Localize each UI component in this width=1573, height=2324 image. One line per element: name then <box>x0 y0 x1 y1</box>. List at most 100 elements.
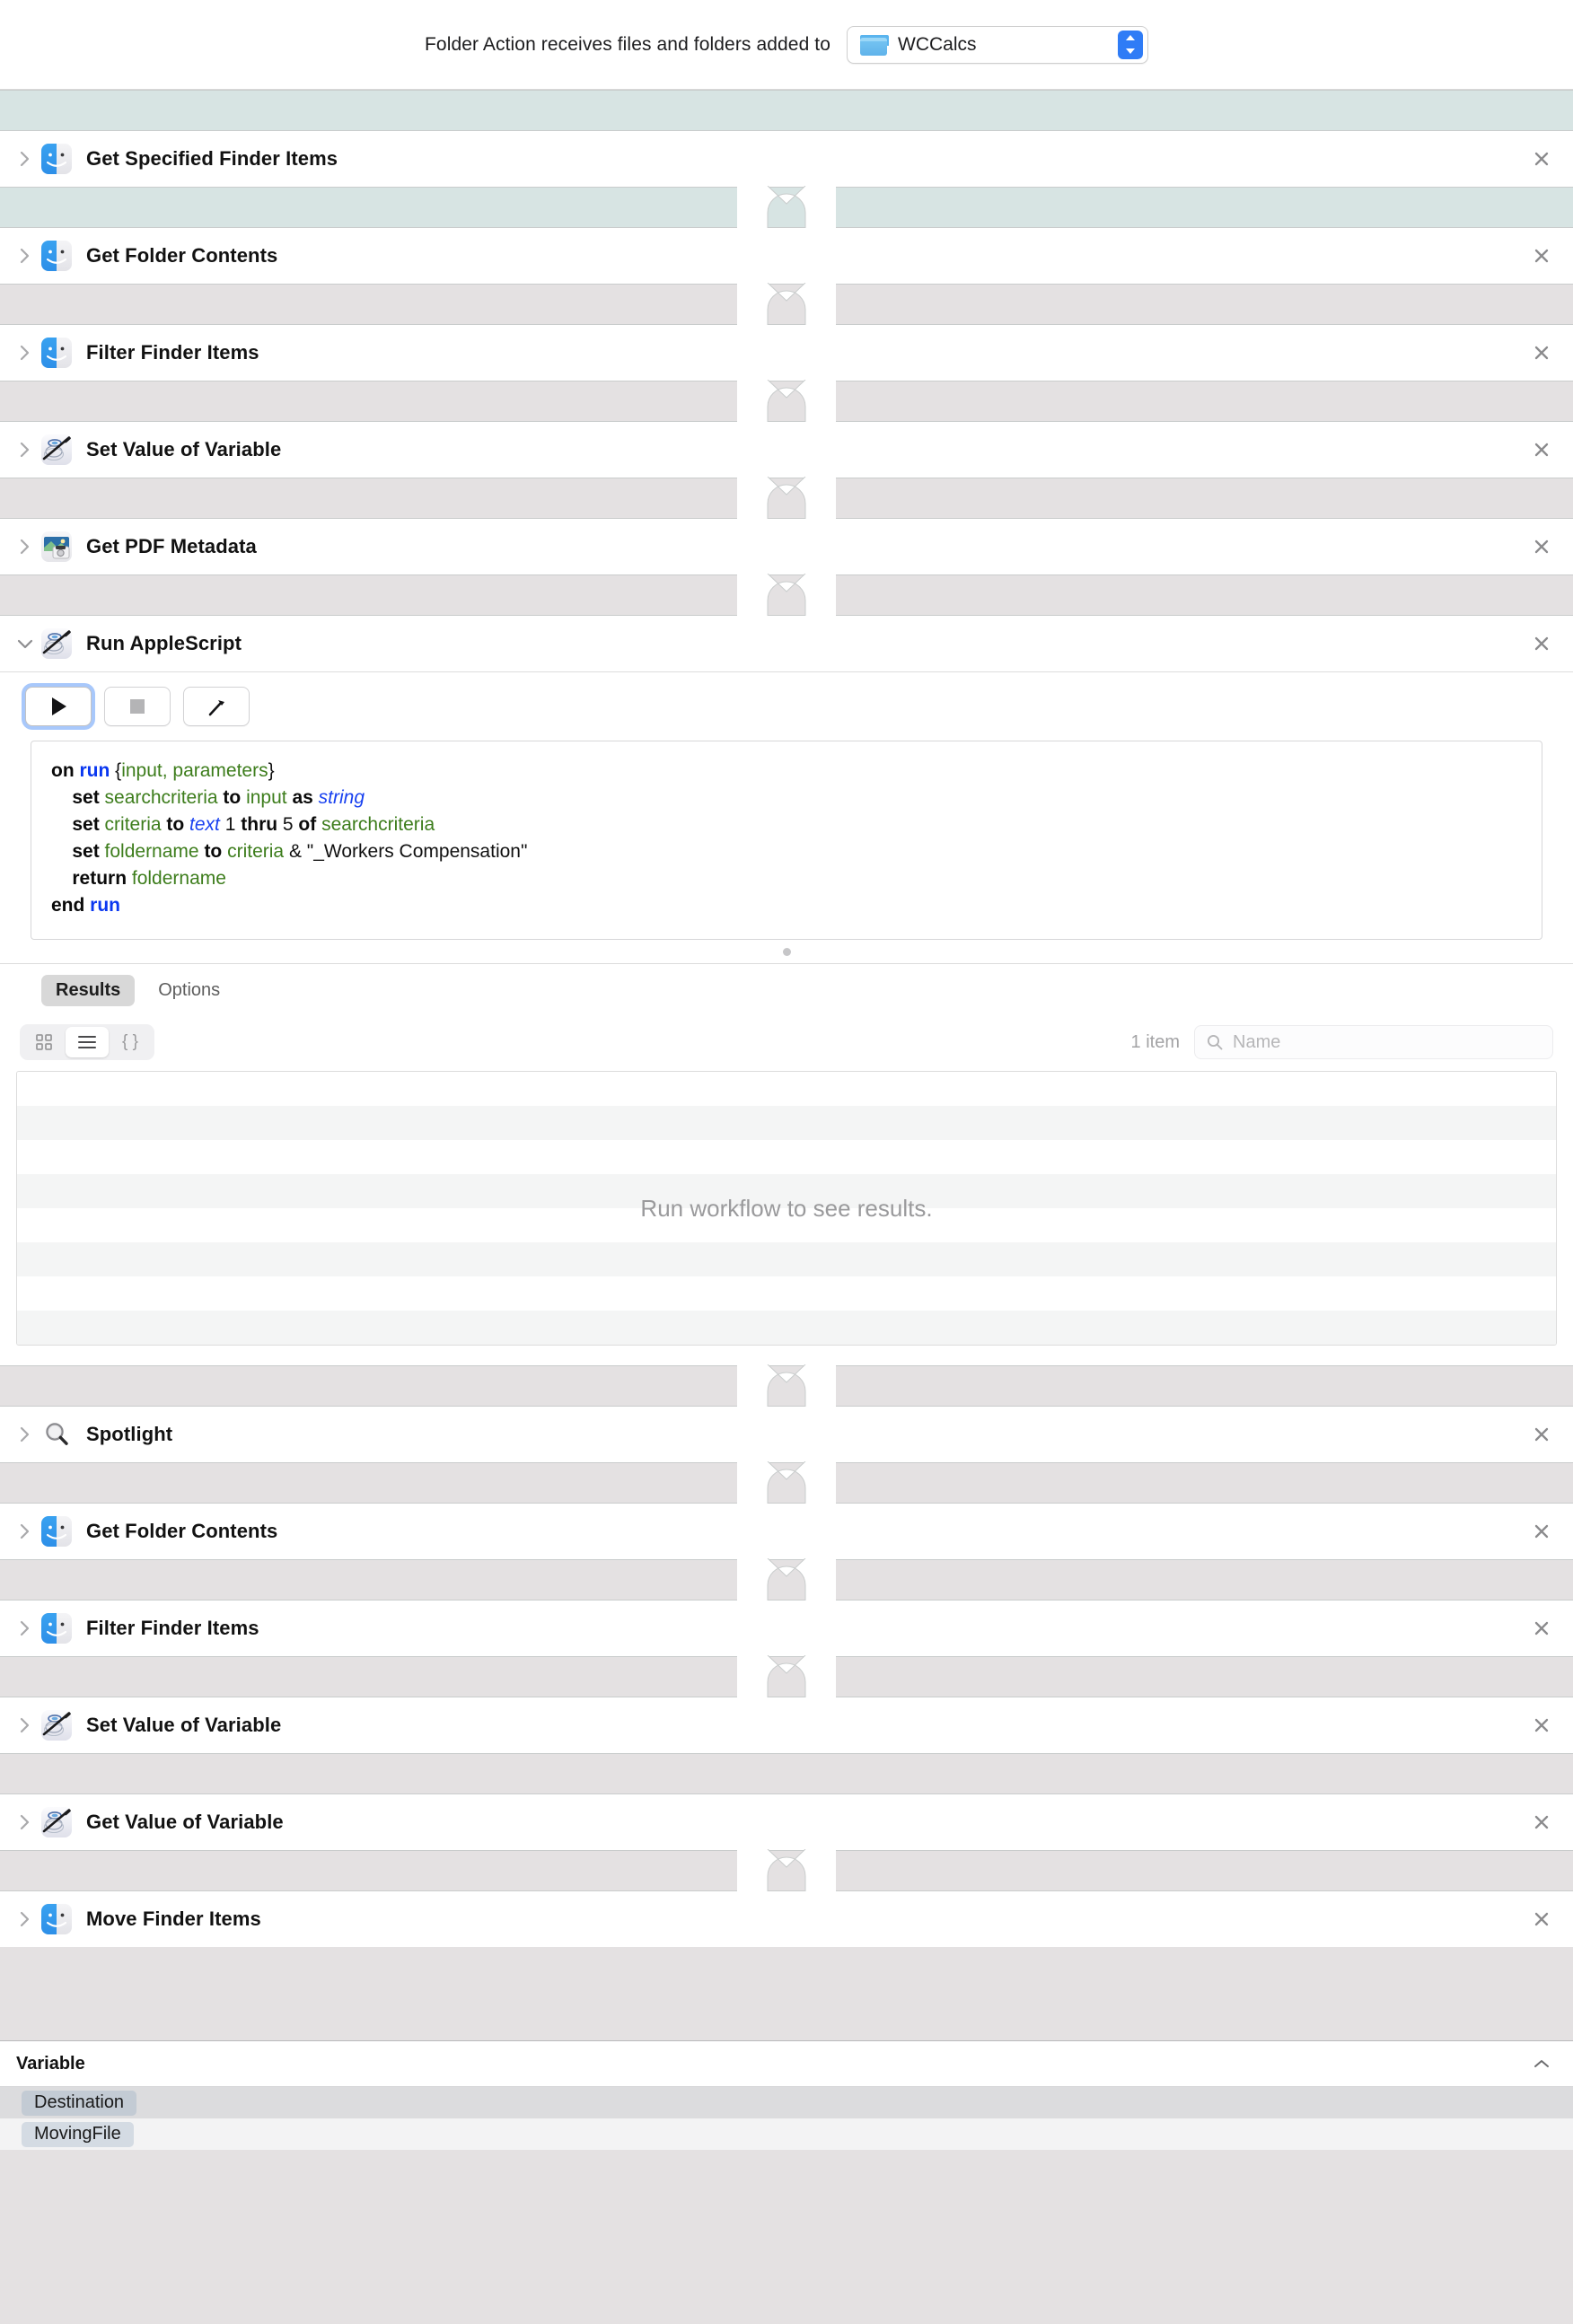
close-icon[interactable] <box>1530 1423 1553 1446</box>
automator-icon <box>41 434 72 465</box>
close-icon[interactable] <box>1530 535 1553 558</box>
action-title: Set Value of Variable <box>86 438 282 460</box>
action-gap <box>0 574 1573 617</box>
applescript-code[interactable]: on run {input, parameters} set searchcri… <box>51 758 1522 919</box>
code-token: criteria <box>227 841 289 862</box>
chevron-right-icon[interactable] <box>13 1907 38 1932</box>
finder-icon <box>41 1516 72 1547</box>
code-token: run <box>90 895 120 916</box>
action-gap <box>0 1753 1573 1794</box>
stop-button[interactable] <box>104 687 171 726</box>
code-token: to <box>204 841 228 862</box>
chevron-right-icon[interactable] <box>13 1810 38 1835</box>
chevron-right-icon[interactable] <box>13 1713 38 1738</box>
view-mode-segmented-control[interactable]: { } <box>20 1024 154 1060</box>
action-row[interactable]: Move Finder Items <box>0 1891 1573 1947</box>
action-header[interactable]: Run AppleScript <box>0 616 1573 671</box>
action-gap <box>0 1655 1573 1698</box>
close-icon[interactable] <box>1530 244 1553 267</box>
results-tabs: Results Options <box>0 963 1573 1017</box>
variable-row[interactable]: MovingFile <box>0 2118 1573 2150</box>
code-token: set <box>72 814 105 835</box>
folder-icon <box>860 34 889 56</box>
code-token: as <box>292 787 319 808</box>
variables-panel-header[interactable]: Variable <box>0 2040 1573 2087</box>
variable-row[interactable]: Destination <box>0 2087 1573 2118</box>
chevron-up-icon[interactable] <box>1530 2052 1553 2075</box>
action-gap <box>0 1461 1573 1504</box>
applescript-toolbar <box>0 672 1573 741</box>
action-row[interactable]: Get Folder Contents <box>0 1504 1573 1559</box>
search-icon <box>1207 1034 1223 1050</box>
chevron-right-icon[interactable] <box>13 340 38 365</box>
close-icon[interactable] <box>1530 1617 1553 1640</box>
play-icon <box>52 697 66 715</box>
action-run-applescript[interactable]: Run AppleScript on run {input, parameter… <box>0 616 1573 1346</box>
applescript-editor[interactable]: on run {input, parameters} set searchcri… <box>31 741 1542 940</box>
code-token: 5 <box>282 814 299 835</box>
code-token: string <box>318 787 365 808</box>
action-row[interactable]: Get Value of Variable <box>0 1794 1573 1850</box>
applescript-body: on run {input, parameters} set searchcri… <box>0 671 1573 1346</box>
tab-results[interactable]: Results <box>41 975 136 1006</box>
grid-view-icon[interactable] <box>22 1027 66 1057</box>
action-gap <box>0 186 1573 229</box>
chevron-right-icon[interactable] <box>13 534 38 559</box>
chevron-right-icon[interactable] <box>13 146 38 171</box>
code-token: set <box>72 841 105 862</box>
chevron-down-icon[interactable] <box>13 631 38 656</box>
close-icon[interactable] <box>1530 1520 1553 1543</box>
results-list[interactable]: Run workflow to see results. <box>16 1071 1557 1346</box>
automator-icon <box>41 628 72 659</box>
code-token: of <box>298 814 322 835</box>
action-row[interactable]: Get Folder Contents <box>0 228 1573 284</box>
close-icon[interactable] <box>1530 1811 1553 1834</box>
chevron-right-icon[interactable] <box>13 1616 38 1641</box>
list-view-icon[interactable] <box>66 1027 109 1057</box>
close-icon[interactable] <box>1530 147 1553 171</box>
action-row[interactable]: Get Specified Finder Items <box>0 131 1573 187</box>
tab-options[interactable]: Options <box>144 975 234 1006</box>
compile-button[interactable] <box>183 687 250 726</box>
code-token: to <box>166 814 190 835</box>
code-token: set <box>72 787 105 808</box>
close-icon[interactable] <box>1530 341 1553 364</box>
run-button[interactable] <box>25 687 92 726</box>
action-row[interactable]: Filter Finder Items <box>0 1600 1573 1656</box>
results-search-field[interactable]: Name <box>1194 1025 1553 1059</box>
action-row[interactable]: Set Value of Variable <box>0 1697 1573 1753</box>
action-row[interactable]: Filter Finder Items <box>0 325 1573 381</box>
item-count-label: 1 item <box>1130 1031 1180 1052</box>
finder-icon <box>41 144 72 174</box>
close-icon[interactable] <box>1530 438 1553 461</box>
action-row[interactable]: Spotlight <box>0 1407 1573 1462</box>
folder-action-label: Folder Action receives files and folders… <box>425 33 830 55</box>
code-token: 1 <box>224 814 242 835</box>
stop-icon <box>130 699 145 714</box>
code-token: thru <box>241 814 283 835</box>
action-gap <box>0 380 1573 423</box>
editor-resize-handle[interactable] <box>0 940 1573 963</box>
action-gap <box>0 283 1573 326</box>
results-empty-message: Run workflow to see results. <box>640 1194 933 1222</box>
results-toolbar: { } 1 item Name <box>0 1017 1573 1071</box>
action-title: Get Folder Contents <box>86 1520 278 1542</box>
action-row[interactable]: Set Value of Variable <box>0 422 1573 478</box>
action-row[interactable]: Get PDF Metadata <box>0 519 1573 574</box>
close-icon[interactable] <box>1530 1714 1553 1737</box>
code-token: searchcriteria <box>104 787 224 808</box>
updown-chevrons-icon[interactable] <box>1118 30 1143 59</box>
chevron-right-icon[interactable] <box>13 1519 38 1544</box>
chevron-right-icon[interactable] <box>13 1422 38 1447</box>
braces-view-icon[interactable]: { } <box>109 1027 152 1057</box>
code-token: foldername <box>131 868 226 889</box>
chevron-right-icon[interactable] <box>13 243 38 268</box>
folder-select-popup[interactable]: WCCalcs <box>847 25 1148 64</box>
chevron-right-icon[interactable] <box>13 437 38 462</box>
action-title: Filter Finder Items <box>86 341 259 364</box>
close-icon[interactable] <box>1530 632 1553 655</box>
close-icon[interactable] <box>1530 1907 1553 1931</box>
variables-panel: Variable Destination MovingFile <box>0 2040 1573 2150</box>
